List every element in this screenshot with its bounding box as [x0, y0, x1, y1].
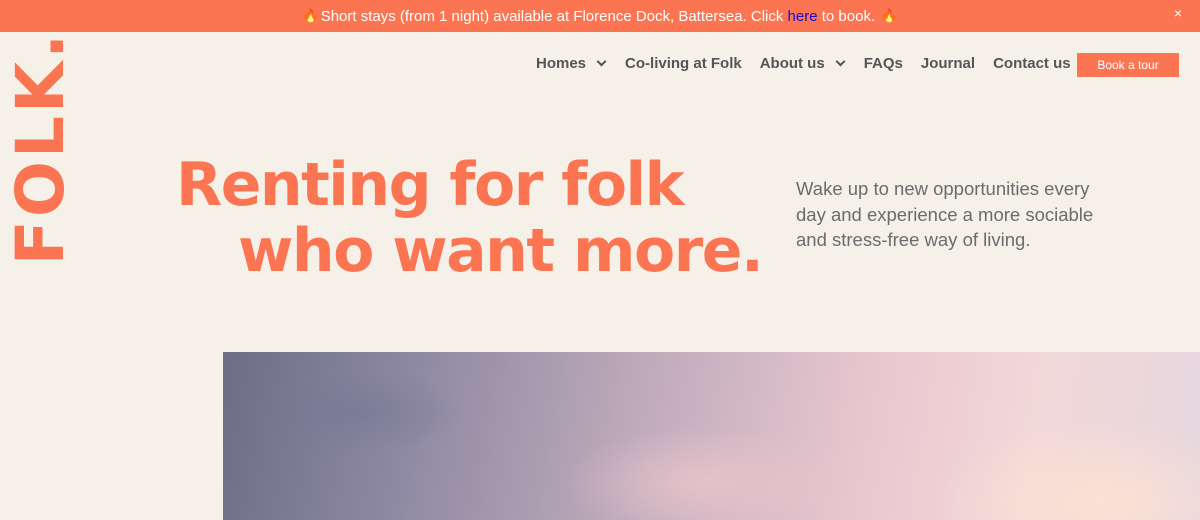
nav-item-label: Homes	[536, 55, 587, 72]
banner-text-after: to book.	[817, 7, 876, 25]
hero-sky-image	[223, 352, 1200, 520]
nav-item-co-living[interactable]: Co-living at Folk	[625, 55, 742, 72]
nav-item-journal[interactable]: Journal	[921, 55, 975, 72]
logo[interactable]: FOLK.	[2, 31, 79, 265]
nav-item-label: FAQs	[863, 55, 903, 72]
announcement-banner: 🔥 Short stays (from 1 night) available at…	[0, 0, 1200, 32]
chevron-down-icon	[596, 56, 607, 67]
flame-icon: 🔥	[302, 8, 319, 23]
banner-text: Short stays (from 1 night) available at …	[320, 7, 788, 25]
book-tour-button[interactable]: Book a tour	[1077, 53, 1179, 77]
nav-item-contact-us[interactable]: Contact us	[993, 55, 1071, 72]
hero-title-line1: Renting for folk	[176, 150, 685, 220]
nav-item-label: Co-living at Folk	[625, 55, 742, 72]
hero-title: Renting for folk who want more.	[176, 150, 764, 286]
nav-item-label: About us	[759, 55, 825, 72]
nav-item-faqs[interactable]: FAQs	[864, 55, 903, 72]
nav-item-about-us[interactable]: About us	[759, 55, 846, 72]
banner-book-link[interactable]: here	[788, 8, 818, 25]
close-icon[interactable]: ×	[1174, 5, 1182, 21]
nav-item-label: Contact us	[993, 55, 1071, 72]
hero-title-line2: who want more.	[238, 216, 764, 286]
nav-item-homes[interactable]: Homes	[536, 55, 607, 72]
nav-item-label: Journal	[920, 55, 976, 72]
flame-icon: 🔥	[881, 8, 898, 23]
hero-tagline: Wake up to new opportunities every day a…	[796, 178, 1094, 250]
main-nav: Homes Co-living at Folk About us FAQs Jo…	[536, 55, 1071, 72]
logo-text: FOLK.	[2, 30, 79, 266]
chevron-down-icon	[835, 56, 846, 67]
